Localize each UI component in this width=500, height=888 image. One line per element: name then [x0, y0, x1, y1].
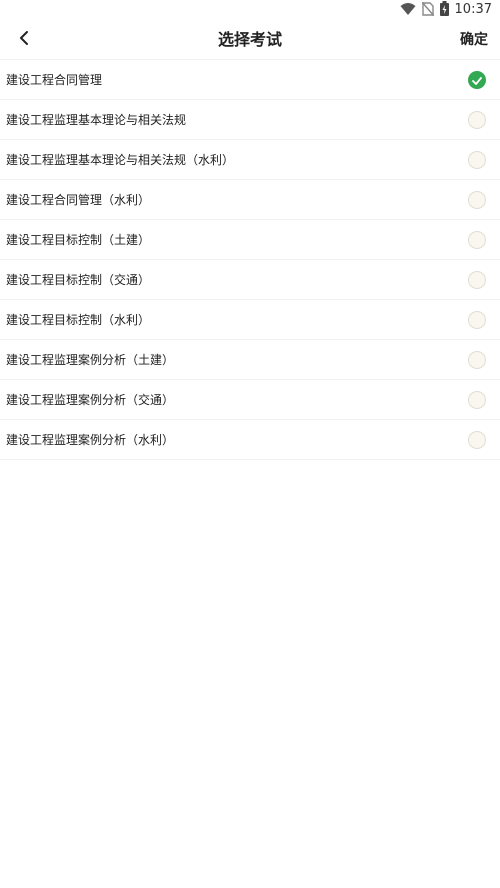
radio-unchecked[interactable]	[468, 350, 486, 369]
exam-label: 建设工程监理案例分析（水利）	[6, 433, 175, 447]
exam-label: 建设工程合同管理（水利）	[6, 193, 151, 207]
exam-label: 建设工程监理案例分析（土建）	[6, 353, 175, 367]
no-sim-icon	[420, 1, 435, 20]
wifi-icon	[400, 1, 416, 20]
exam-item[interactable]: 建设工程监理案例分析（土建）	[0, 340, 500, 380]
exam-item[interactable]: 建设工程目标控制（水利）	[0, 300, 500, 340]
exam-item[interactable]: 建设工程目标控制（交通）	[0, 260, 500, 300]
exam-item[interactable]: 建设工程合同管理（水利）	[0, 180, 500, 220]
page-title: 选择考试	[217, 30, 282, 49]
battery-charging-icon	[439, 0, 449, 20]
exam-item[interactable]: 建设工程合同管理	[0, 60, 500, 100]
screen: 10:37 选择考试 确定 建设工程合同管理 建设工程监理基本理论与相关法规 建…	[0, 0, 500, 888]
exam-item[interactable]: 建设工程监理基本理论与相关法规（水利）	[0, 140, 500, 180]
status-time: 10:37	[454, 2, 492, 17]
radio-unchecked[interactable]	[468, 230, 486, 249]
exam-item[interactable]: 建设工程目标控制（土建）	[0, 220, 500, 260]
status-icons: 10:37	[400, 0, 492, 20]
radio-unchecked[interactable]	[468, 110, 486, 129]
exam-label: 建设工程目标控制（水利）	[6, 313, 151, 327]
radio-unchecked[interactable]	[468, 190, 486, 209]
radio-unchecked[interactable]	[468, 270, 486, 289]
exam-item[interactable]: 建设工程监理案例分析（交通）	[0, 380, 500, 420]
exam-label: 建设工程合同管理	[6, 73, 103, 87]
exam-label: 建设工程监理案例分析（交通）	[6, 393, 175, 407]
exam-label: 建设工程目标控制（土建）	[6, 233, 151, 247]
radio-unchecked[interactable]	[468, 150, 486, 169]
nav-bar: 选择考试 确定	[0, 20, 500, 60]
exam-label: 建设工程监理基本理论与相关法规	[6, 113, 187, 127]
exam-label: 建设工程目标控制（交通）	[6, 273, 151, 287]
confirm-button[interactable]: 确定	[460, 20, 488, 60]
exam-item[interactable]: 建设工程监理基本理论与相关法规	[0, 100, 500, 140]
exam-list: 建设工程合同管理 建设工程监理基本理论与相关法规 建设工程监理基本理论与相关法规…	[0, 60, 500, 460]
check-icon	[472, 70, 482, 89]
back-button[interactable]	[10, 26, 38, 54]
exam-item[interactable]: 建设工程监理案例分析（水利）	[0, 420, 500, 460]
radio-unchecked[interactable]	[468, 310, 486, 329]
status-bar: 10:37	[0, 0, 500, 20]
exam-label: 建设工程监理基本理论与相关法规（水利）	[6, 153, 235, 167]
radio-unchecked[interactable]	[468, 430, 486, 449]
chevron-left-icon	[18, 30, 30, 50]
radio-checked[interactable]	[468, 70, 486, 89]
radio-unchecked[interactable]	[468, 390, 486, 409]
